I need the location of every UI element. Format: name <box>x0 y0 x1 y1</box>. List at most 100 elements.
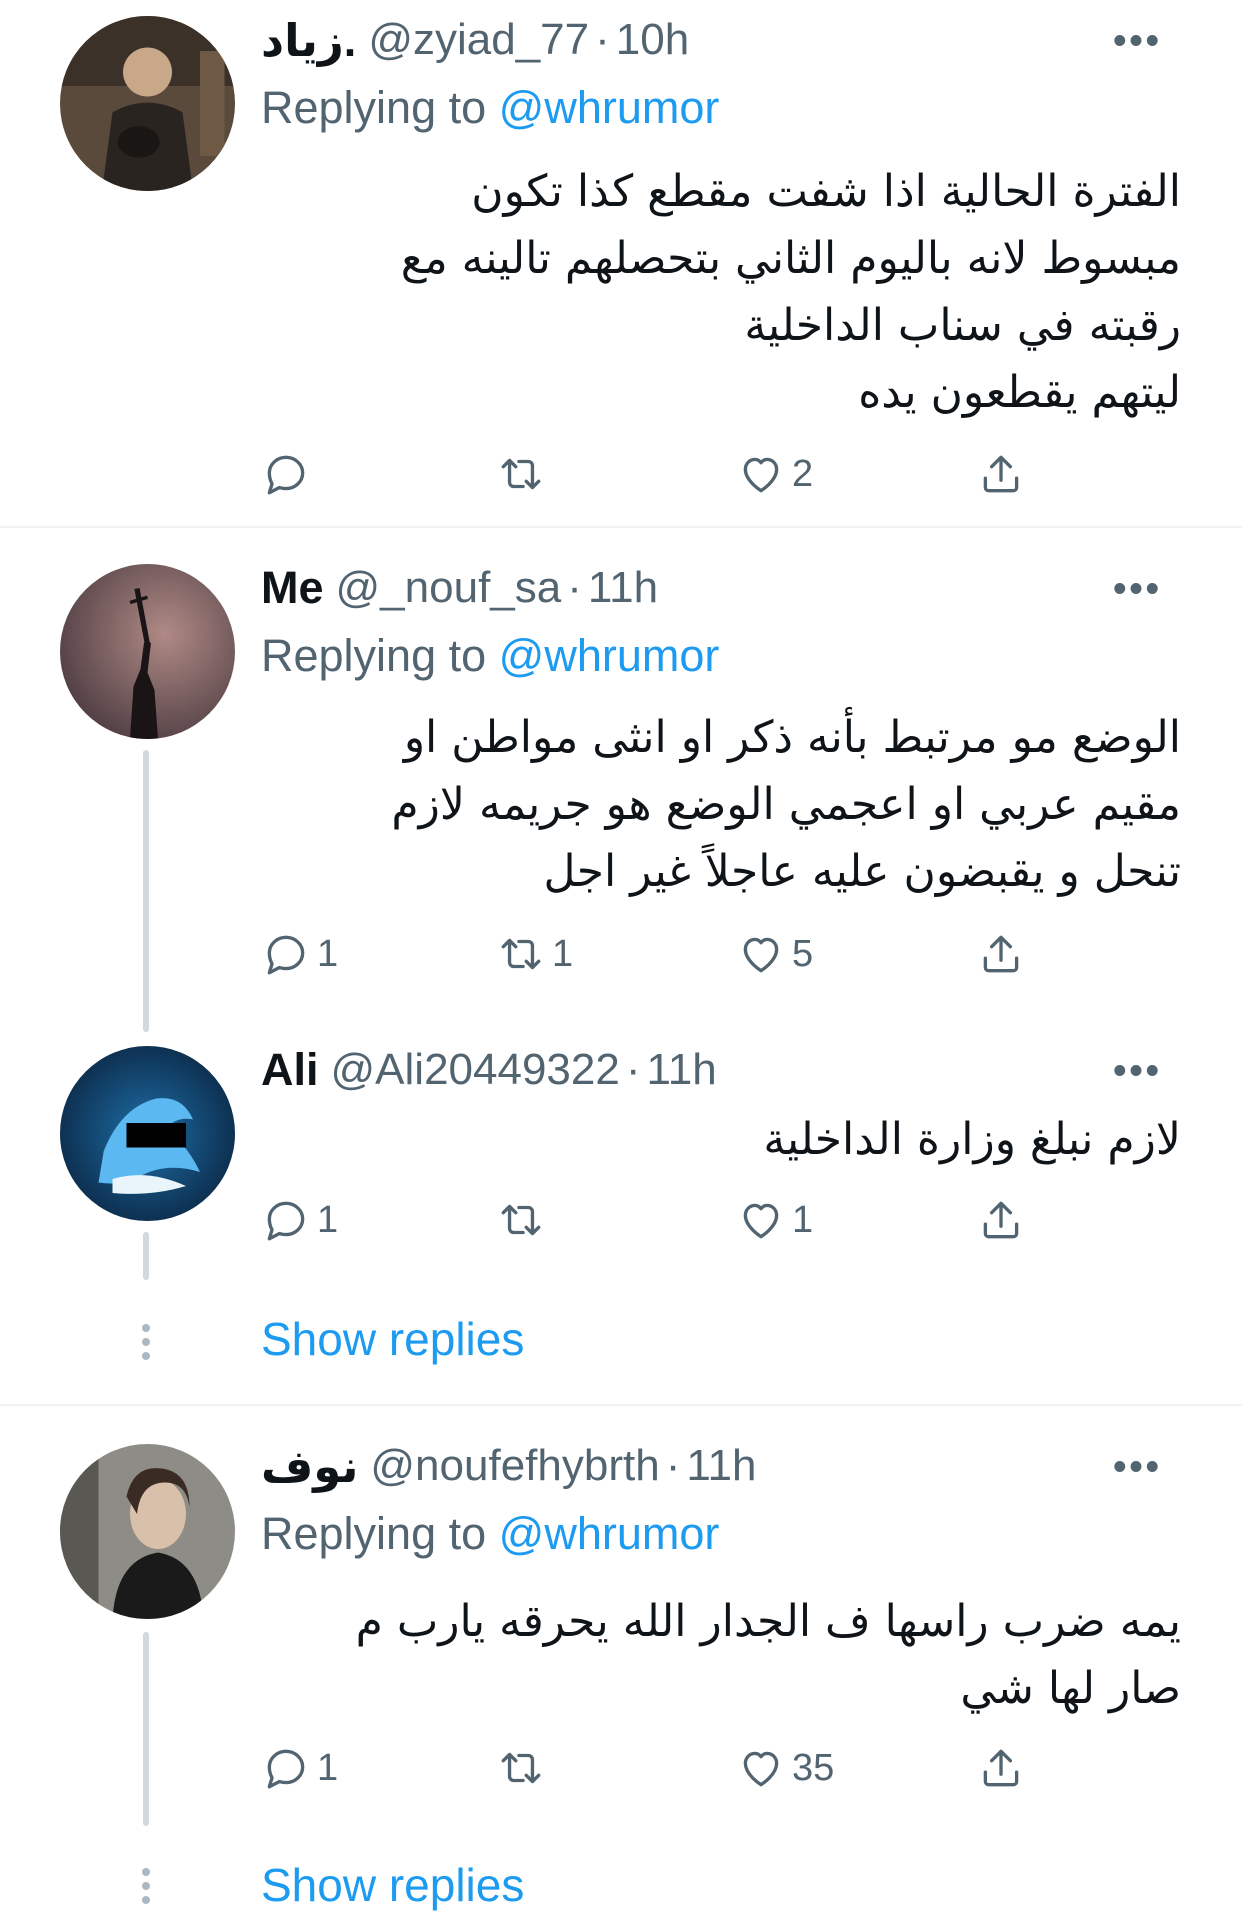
like-button[interactable]: 2 <box>736 444 813 504</box>
tweet-text-line: لازم نبلغ وزارة الداخلية <box>763 1114 1181 1165</box>
avatar[interactable] <box>60 1046 235 1221</box>
tweet-text-line: رقبته في سناب الداخلية <box>744 300 1181 351</box>
thread-line <box>143 1632 149 1826</box>
reply-count: 1 <box>317 932 339 975</box>
reply-count: 1 <box>317 1746 339 1789</box>
replying-to: Replying to @whrumor <box>261 630 719 682</box>
reply-icon <box>267 1749 305 1789</box>
like-count: 5 <box>792 932 814 975</box>
more-options-icon[interactable]: ••• <box>1113 20 1162 63</box>
share-icon <box>983 1201 1019 1239</box>
user-handle[interactable]: @Ali20449322 <box>331 1045 620 1095</box>
tweet-text-line: ليتهم يقطعون يده <box>858 367 1181 418</box>
reply-icon <box>267 1201 305 1241</box>
timestamp[interactable]: 11h <box>647 1045 717 1095</box>
tweet-text-line: يمه ضرب راسها ف الجدار الله يحرقه يارب م <box>355 1596 1181 1647</box>
more-options-icon[interactable]: ••• <box>1113 568 1162 611</box>
like-button[interactable]: 1 <box>736 1190 813 1250</box>
share-button[interactable] <box>976 1190 1026 1250</box>
display-name[interactable]: زياد. <box>261 14 356 67</box>
avatar[interactable] <box>60 16 235 191</box>
replying-prefix: Replying to <box>261 82 487 133</box>
replying-prefix: Replying to <box>261 1508 487 1559</box>
share-button[interactable] <box>976 924 1026 984</box>
separator-dot: · <box>567 563 582 612</box>
retweet-count: 1 <box>552 932 574 975</box>
tweet-divider <box>0 526 1242 528</box>
like-button[interactable]: 35 <box>736 1738 834 1798</box>
separator-dot: · <box>595 15 610 64</box>
tweet-header: زياد. @zyiad_77 · 10h <box>261 10 689 70</box>
separator-dot: · <box>625 1045 641 1094</box>
tweet-text: لازم نبلغ وزارة الداخلية <box>261 1106 1181 1173</box>
display-name[interactable]: نوف <box>261 1440 358 1493</box>
avatar[interactable] <box>60 564 235 739</box>
display-name[interactable]: Ali <box>261 1044 319 1096</box>
tweet-text: الوضع مو مرتبط بأنه ذكر او انثى مواطن او… <box>261 704 1181 905</box>
reply-button[interactable]: 1 <box>261 1738 338 1798</box>
mention-link[interactable]: @whrumor <box>499 1508 720 1559</box>
thread-line <box>143 1232 149 1280</box>
thread-line <box>143 750 149 1032</box>
mention-link[interactable]: @whrumor <box>499 82 720 133</box>
more-options-icon[interactable]: ••• <box>1113 1050 1162 1093</box>
reply-icon <box>267 455 305 495</box>
share-button[interactable] <box>976 444 1026 504</box>
tweet-text-line: مقيم عربي او اعجمي الوضع هو جريمه لازم <box>391 779 1181 830</box>
mention-link[interactable]: @whrumor <box>499 630 720 681</box>
retweet-button[interactable] <box>496 1190 552 1250</box>
user-handle[interactable]: @noufefhybrth <box>370 1441 659 1491</box>
retweet-icon <box>501 458 541 490</box>
tweet-text-line: صار لها شي <box>960 1663 1181 1714</box>
show-replies-link[interactable]: Show replies <box>261 1858 524 1912</box>
timestamp[interactable]: 11h <box>686 1441 756 1491</box>
timestamp[interactable]: 11h <box>588 563 658 613</box>
heart-icon <box>743 937 779 973</box>
user-handle[interactable]: @zyiad_77 <box>368 15 589 65</box>
share-icon <box>983 455 1019 493</box>
reply-button[interactable]: 1 <box>261 924 338 984</box>
thread-dots-icon <box>140 1324 152 1366</box>
tweet-text-line: الفترة الحالية اذا شفت مقطع كذا تكون <box>471 166 1181 217</box>
user-handle[interactable]: @_nouf_sa <box>336 563 562 613</box>
retweet-icon <box>501 1752 541 1784</box>
share-button[interactable] <box>976 1738 1026 1798</box>
avatar[interactable] <box>60 1444 235 1619</box>
like-button[interactable]: 5 <box>736 924 813 984</box>
reply-icon <box>267 935 305 975</box>
replying-to: Replying to @whrumor <box>261 1508 719 1560</box>
show-replies-link[interactable]: Show replies <box>261 1312 524 1366</box>
retweet-button[interactable]: 1 <box>496 924 573 984</box>
reply-button[interactable] <box>261 444 317 504</box>
tweet-actions: 1 1 5 <box>261 924 1041 984</box>
reply-button[interactable]: 1 <box>261 1190 338 1250</box>
tweet-text-line: تنحل و يقبضون عليه عاجلاً غير اجل <box>543 846 1181 897</box>
display-name[interactable]: Me <box>261 562 324 614</box>
tweet-actions: 2 <box>261 444 1041 504</box>
like-count: 1 <box>792 1198 814 1241</box>
tweet-text-line: الوضع مو مرتبط بأنه ذكر او انثى مواطن او <box>403 712 1181 763</box>
tweet-header: Me @_nouf_sa · 11h <box>261 558 658 618</box>
tweet-text: يمه ضرب راسها ف الجدار الله يحرقه يارب م… <box>261 1588 1181 1722</box>
heart-icon <box>743 1751 779 1787</box>
tweet-actions: 1 35 <box>261 1738 1041 1798</box>
share-icon <box>983 1749 1019 1787</box>
heart-icon <box>743 457 779 493</box>
replying-prefix: Replying to <box>261 630 487 681</box>
more-options-icon[interactable]: ••• <box>1113 1446 1162 1489</box>
retweet-button[interactable] <box>496 444 552 504</box>
tweet-text: الفترة الحالية اذا شفت مقطع كذا تكون مبس… <box>261 158 1181 426</box>
replying-to: Replying to @whrumor <box>261 82 719 134</box>
like-count: 2 <box>792 452 814 495</box>
retweet-button[interactable] <box>496 1738 552 1798</box>
heart-icon <box>743 1203 779 1239</box>
timestamp[interactable]: 10h <box>616 15 689 65</box>
tweet-text-line: مبسوط لانه باليوم الثاني بتحصلهم تالينه … <box>400 233 1181 284</box>
share-icon <box>983 935 1019 973</box>
tweet-divider <box>0 1404 1242 1406</box>
tweet-header: نوف @noufefhybrth · 11h <box>261 1436 757 1496</box>
reply-count: 1 <box>317 1198 339 1241</box>
separator-dot: · <box>665 1441 681 1490</box>
thread-dots-icon <box>140 1868 152 1910</box>
tweet-header: Ali @Ali20449322 · 11h <box>261 1040 717 1100</box>
